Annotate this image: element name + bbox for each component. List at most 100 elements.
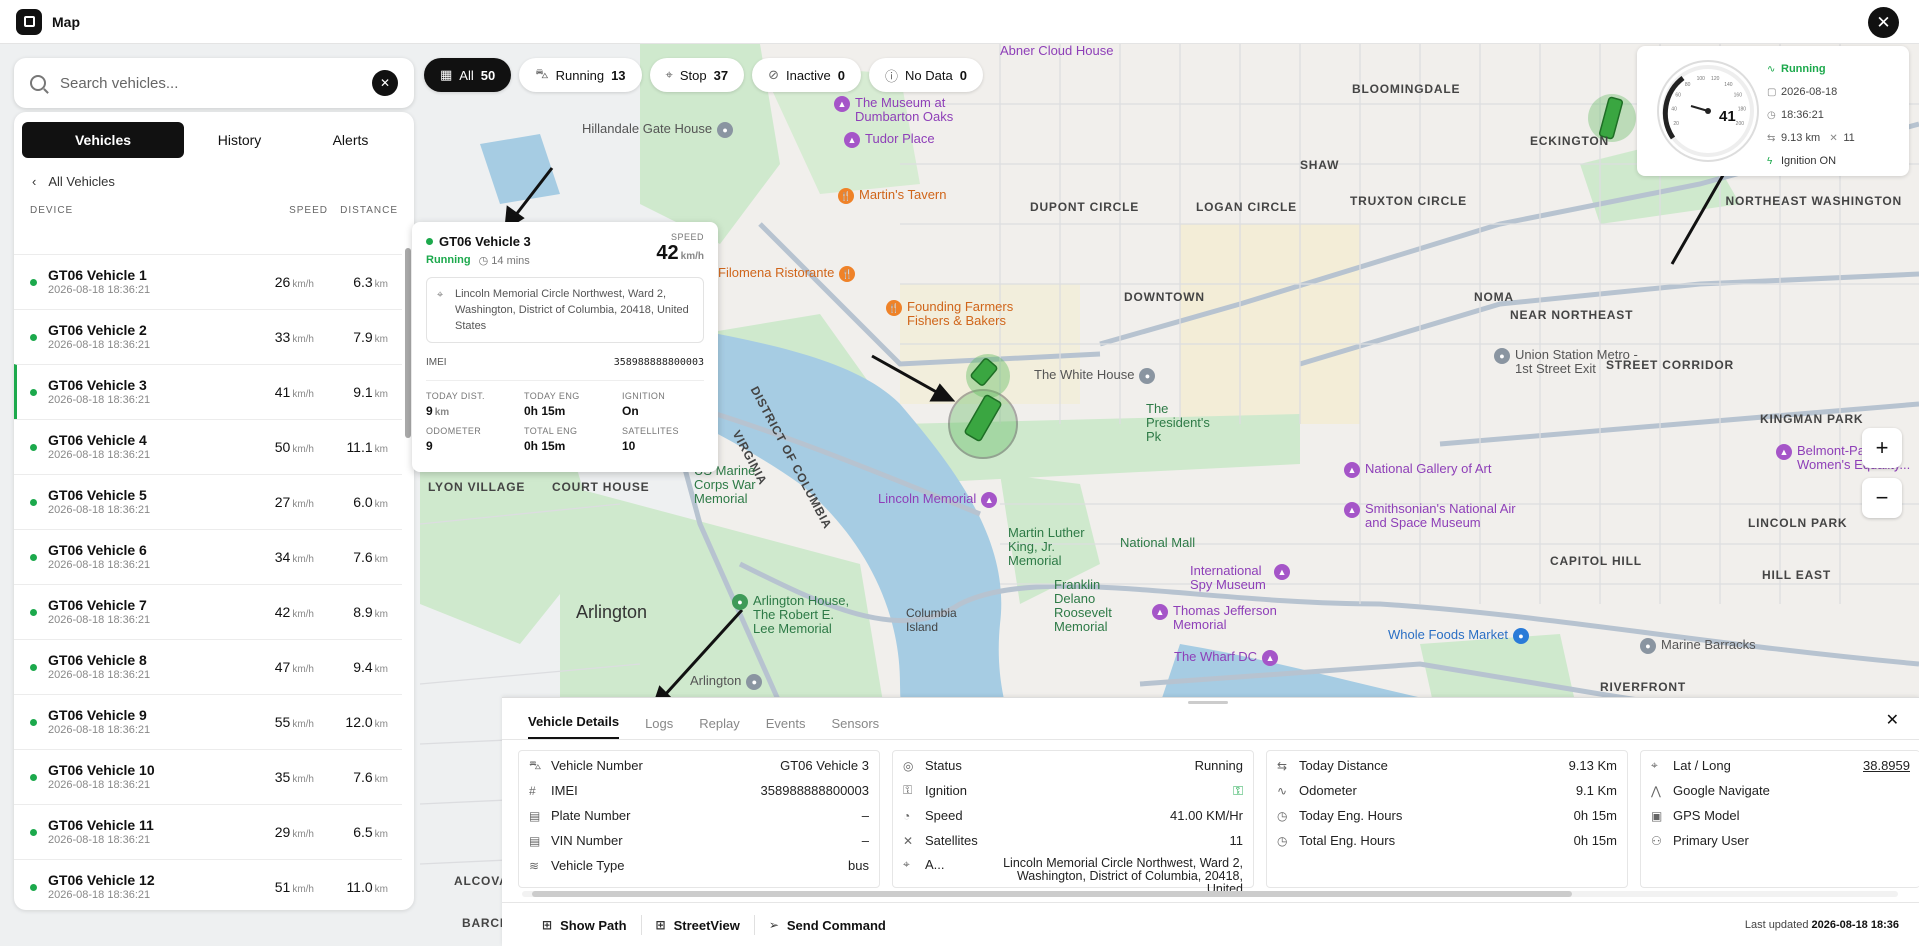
detail-row: ◔ Speed 41.00 KM/Hr	[893, 803, 1253, 828]
tab-history[interactable]: History	[184, 122, 295, 158]
vehicle-list-item[interactable]: GT06 Vehicle 7 2026-08-18 18:36:21 42 km/h 8…	[14, 584, 402, 639]
map-poi[interactable]: Hillandale Gate House ●	[582, 122, 734, 138]
back-to-all-vehicles[interactable]: ‹ All Vehicles	[32, 172, 414, 190]
gauge-tick-label: 60	[1675, 93, 1681, 99]
map-poi[interactable]: 🍴 Founding Farmers Fishers & Bakers	[886, 300, 1026, 328]
gauge-status: Running	[1781, 63, 1826, 75]
filter-running[interactable]: ⛍ Running 13	[519, 58, 642, 92]
map-poi[interactable]: ● Marine Barracks	[1640, 638, 1756, 654]
gauge-satellites: 11	[1843, 132, 1855, 144]
map-poi[interactable]: The White House ●	[1034, 368, 1156, 384]
gauge-tick-label: 80	[1685, 82, 1691, 88]
tab-logs[interactable]: Logs	[645, 716, 673, 739]
vehicle-list-item[interactable]: GT06 Vehicle 5 2026-08-18 18:36:21 27 km/h 6…	[14, 474, 402, 529]
vehicle-speed: 26	[274, 274, 291, 290]
list-scrollbar[interactable]	[405, 236, 411, 910]
map-poi[interactable]: Franklin Delano Roosevelt Memorial	[1054, 578, 1144, 634]
details-scrollbar[interactable]	[522, 891, 1898, 897]
popup-stat-label: TODAY ENG	[524, 391, 580, 401]
street-view-button[interactable]: ⊞ StreetView	[642, 915, 755, 935]
popup-stats: TODAY DIST. 9 km TODAY ENG 0h 15m IGNITION On O…	[426, 391, 704, 453]
museum-icon: ▲	[1262, 650, 1279, 666]
route-icon: ⇆	[1277, 758, 1288, 773]
vehicle-name: GT06 Vehicle 2	[48, 322, 147, 338]
map-poi[interactable]: ▲ The Museum at Dumbarton Oaks	[834, 96, 994, 124]
tab-vehicle-details[interactable]: Vehicle Details	[528, 714, 620, 739]
tab-replay[interactable]: Replay	[699, 716, 739, 739]
map-area-label: Columbia Island	[906, 606, 957, 634]
close-icon[interactable]: ✕	[1868, 7, 1899, 38]
map-poi[interactable]: Abner Cloud House	[1000, 44, 1113, 58]
speed-unit: km/h	[292, 829, 314, 840]
map-poi[interactable]: The President's Pk	[1146, 402, 1226, 444]
app-logo-icon	[16, 8, 42, 35]
map-poi[interactable]: ▲ Smithsonian's National Air and Space Mu…	[1344, 502, 1524, 530]
close-icon[interactable]: ✕	[1886, 710, 1899, 730]
detail-value: 9.1 Km	[1575, 783, 1617, 798]
map-poi[interactable]: Lincoln Memorial ▲	[878, 492, 998, 508]
tab-sensors[interactable]: Sensors	[831, 716, 879, 739]
send-command-button[interactable]: ➢ Send Command	[755, 915, 900, 935]
map-poi[interactable]: The Wharf DC ▲	[1174, 650, 1279, 666]
filter-inactive[interactable]: ⊘ Inactive 0	[752, 58, 862, 92]
vehicle-list-item[interactable]: GT06 Vehicle 1 2026-08-18 18:36:21 26 km/h 6…	[14, 254, 402, 309]
vehicle-timestamp: 2026-08-18 18:36:21	[48, 284, 151, 296]
vehicle-name: GT06 Vehicle 7	[48, 597, 147, 613]
landmark-icon: ●	[717, 122, 734, 138]
status-dot	[426, 238, 433, 245]
show-path-button[interactable]: ⊞ Show Path	[528, 915, 642, 935]
vehicle-list-item[interactable]: GT06 Vehicle 6 2026-08-18 18:36:21 34 km/h 7…	[14, 529, 402, 584]
vehicle-list-item[interactable]: GT06 Vehicle 4 2026-08-18 18:36:21 50 km/h 1…	[14, 419, 402, 474]
map-poi[interactable]: Filomena Ristorante 🍴	[718, 266, 856, 282]
vehicle-name: GT06 Vehicle 10	[48, 762, 155, 778]
filter-all[interactable]: ▦ All 50	[424, 58, 512, 92]
map-poi[interactable]: ▲ Thomas Jefferson Memorial	[1152, 604, 1302, 632]
vehicle-name: GT06 Vehicle 9	[48, 707, 147, 723]
vehicle-list-item[interactable]: GT06 Vehicle 3 2026-08-18 18:36:21 41 km/h 9…	[14, 364, 402, 419]
detail-row[interactable]: ⋀ Google Navigate	[1641, 778, 1919, 803]
key-icon: ⚿	[903, 783, 913, 797]
tab-vehicles[interactable]: Vehicles	[22, 122, 184, 158]
scrollbar-thumb[interactable]	[532, 891, 1572, 897]
map-poi[interactable]: National Mall	[1120, 536, 1195, 550]
resize-handle[interactable]	[1188, 701, 1228, 704]
restaurant-icon: 🍴	[839, 266, 856, 282]
filter-stop[interactable]: ⌖ Stop 37	[649, 58, 745, 92]
scrollbar-thumb[interactable]	[405, 248, 411, 438]
vehicle-list-item[interactable]: GT06 Vehicle 8 2026-08-18 18:36:21 47 km/h 9…	[14, 639, 402, 694]
filter-no-data[interactable]: ⓘ No Data 0	[869, 58, 983, 92]
map-area-label: TRUXTON CIRCLE	[1350, 194, 1467, 208]
search-input[interactable]	[60, 74, 372, 92]
zoom-in-button[interactable]: +	[1862, 428, 1902, 468]
vehicle-list-item[interactable]: GT06 Vehicle 2 2026-08-18 18:36:21 33 km/h 7…	[14, 309, 402, 364]
map-poi[interactable]: ▲ National Gallery of Art	[1344, 462, 1491, 478]
vehicle-list-item[interactable]: GT06 Vehicle 10 2026-08-18 18:36:21 35 km/h…	[14, 749, 402, 804]
tab-alerts[interactable]: Alerts	[295, 122, 406, 158]
detail-value: 358988888800003	[760, 783, 869, 798]
zoom-out-button[interactable]: −	[1862, 478, 1902, 518]
satellite-icon: ✕	[1829, 133, 1838, 144]
map-poi[interactable]: ● Union Station Metro - 1st Street Exit	[1494, 348, 1644, 376]
map-poi[interactable]: Martin Luther King, Jr. Memorial	[1008, 526, 1108, 568]
distance-unit: km	[374, 719, 388, 730]
map-poi[interactable]: 🍴 Martin's Tavern	[838, 188, 947, 204]
museum-icon: ▲	[834, 96, 850, 112]
clear-search-button[interactable]: ✕	[372, 70, 398, 96]
ignition-key-icon: ⚿	[1233, 782, 1243, 798]
map-poi[interactable]: International Spy Museum ▲	[1190, 564, 1290, 592]
vehicle-speed: 42	[274, 604, 291, 620]
map-poi[interactable]: ▲ Tudor Place	[844, 132, 935, 148]
detail-row: ▤ Plate Number –	[519, 803, 879, 828]
tab-events[interactable]: Events	[766, 716, 806, 739]
map-poi[interactable]: Whole Foods Market ●	[1388, 628, 1529, 644]
detail-label: Plate Number	[551, 808, 631, 823]
map-poi[interactable]: Arlington ●	[690, 674, 763, 690]
vehicle-name: GT06 Vehicle 1	[48, 267, 147, 283]
vehicle-list-item[interactable]: GT06 Vehicle 11 2026-08-18 18:36:21 29 km/h…	[14, 804, 402, 859]
vehicle-name: GT06 Vehicle 12	[48, 872, 155, 888]
map-area-label: Arlington	[576, 602, 648, 622]
vehicle-list-item[interactable]: GT06 Vehicle 12 2026-08-18 18:36:21 51 km/h…	[14, 859, 402, 910]
vehicle-list-item[interactable]: GT06 Vehicle 9 2026-08-18 18:36:21 55 km/h 1…	[14, 694, 402, 749]
map-poi[interactable]: ● Arlington House, The Robert E. Lee Memo…	[732, 594, 852, 636]
vehicle-speed: 55	[274, 714, 291, 730]
